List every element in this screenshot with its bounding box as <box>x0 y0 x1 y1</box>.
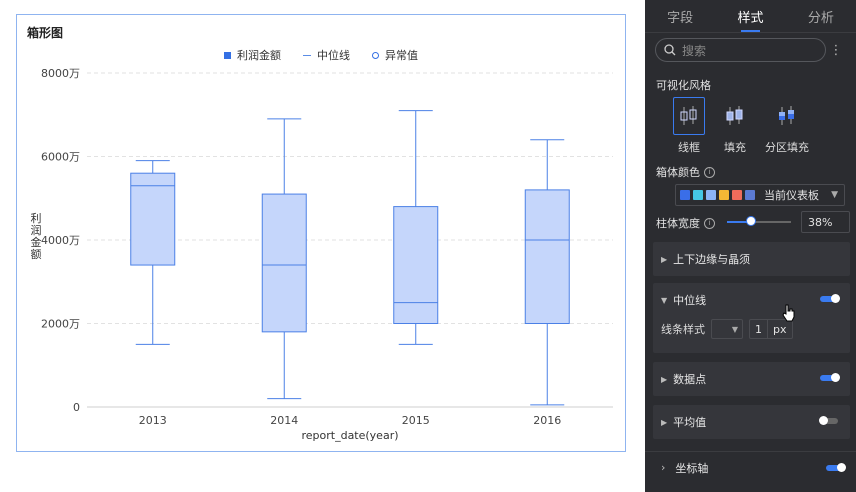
chart-legend: 利润金额 中位线 异常值 <box>17 47 625 63</box>
palette-select[interactable]: 当前仪表板 ▼ <box>675 184 845 206</box>
style-option-fill[interactable]: 填充 <box>715 97 755 155</box>
section-label: 上下边缘与晶须 <box>673 253 751 266</box>
chevron-right-icon: › <box>661 461 666 474</box>
style-options: 线框 填充 分区填充 <box>669 97 813 155</box>
tab-style[interactable]: 样式 <box>715 0 785 32</box>
boxplot-fill-icon <box>719 97 751 135</box>
y-tick-label: 6000万 <box>41 151 80 164</box>
mean-toggle[interactable] <box>819 416 838 425</box>
palette-label: 当前仪表板 <box>764 189 819 202</box>
style-option-label: 填充 <box>724 141 746 154</box>
y-axis-title: 利润金额 <box>31 212 42 261</box>
y-tick-label: 4000万 <box>41 234 80 247</box>
toggle-knob <box>831 373 840 382</box>
median-toggle[interactable] <box>820 294 840 303</box>
legend-item-median[interactable]: 中位线 <box>303 47 350 63</box>
toggle-knob <box>837 463 846 472</box>
legend-square-icon <box>224 51 231 59</box>
style-option-partition-fill[interactable]: 分区填充 <box>761 97 813 155</box>
column-width-row: 柱体宽度 i <box>656 215 715 231</box>
palette-swatch <box>745 190 755 200</box>
section-label: 坐标轴 <box>675 461 709 475</box>
section-label: 平均值 <box>673 416 707 429</box>
section-median: ▼ 中位线 线条样式 ▼ 1 px <box>653 283 850 353</box>
toggle-knob <box>819 416 828 425</box>
section-data-points[interactable]: ▶ 数据点 <box>653 362 850 396</box>
search-input[interactable]: 搜索 <box>655 38 826 62</box>
hand-cursor-icon <box>782 304 795 322</box>
y-tick-label: 0 <box>73 401 80 414</box>
legend-label: 利润金额 <box>237 49 281 62</box>
x-tick-label: 2015 <box>402 414 430 427</box>
line-style-label: 线条样式 <box>661 323 705 336</box>
chevron-down-icon: ▼ <box>731 324 738 334</box>
x-tick-label: 2014 <box>270 414 298 427</box>
chevron-down-icon: ▼ <box>831 190 838 200</box>
box-color-row: 箱体颜色 i <box>656 164 715 180</box>
slider-handle[interactable] <box>746 216 757 226</box>
x-tick-label: 2016 <box>533 414 561 427</box>
x-axis-title: report_date(year) <box>301 429 398 442</box>
chart-title: 箱形图 <box>27 26 64 40</box>
column-width-label: 柱体宽度 <box>656 217 700 230</box>
line-width-value: 1 <box>755 322 762 336</box>
style-panel: 字段 样式 分析 搜索 ⋮ 可视化风格 线框 填充 分区填充 箱体颜色 i 当前… <box>645 0 856 492</box>
axis-toggle[interactable] <box>826 463 846 472</box>
toggle-knob <box>831 294 840 303</box>
panel-tabs: 字段 样式 分析 <box>645 0 856 33</box>
caret-right-icon: ▶ <box>661 374 668 384</box>
section-mean[interactable]: ▶ 平均值 <box>653 405 850 439</box>
data-points-toggle[interactable] <box>820 373 840 382</box>
style-option-label: 线框 <box>678 141 700 154</box>
legend-line-icon <box>303 54 311 56</box>
search-placeholder: 搜索 <box>682 43 707 58</box>
search-row: 搜索 ⋮ <box>655 38 846 62</box>
line-width-unit: px <box>767 320 792 338</box>
more-options-icon[interactable]: ⋮ <box>826 43 846 58</box>
boxplot-partition-icon <box>771 97 803 135</box>
y-tick-label: 8000万 <box>41 67 80 80</box>
info-icon[interactable]: i <box>704 166 715 178</box>
section-axis[interactable]: › 坐标轴 <box>645 451 856 483</box>
box-plot: 0 2000万 4000万 6000万 8000万利润金额 2013 2014 2015 201… <box>31 67 613 442</box>
tab-analysis[interactable]: 分析 <box>786 0 856 32</box>
legend-item-profit[interactable]: 利润金额 <box>224 47 281 63</box>
legend-item-outlier[interactable]: 异常值 <box>372 47 418 63</box>
section-whiskers[interactable]: ▶ 上下边缘与晶须 <box>653 242 850 276</box>
legend-label: 中位线 <box>317 49 350 62</box>
palette-swatch <box>732 190 742 200</box>
palette-swatch <box>719 190 729 200</box>
box-2013 <box>130 172 176 266</box>
chart-card[interactable]: 0 2000万 4000万 6000万 8000万 利润金额 2013 2014 2015 201… <box>16 14 626 452</box>
section-label: 中位线 <box>673 294 707 307</box>
box-color-label: 箱体颜色 <box>656 166 700 179</box>
line-width-input[interactable]: 1 px <box>749 319 793 339</box>
search-icon <box>664 44 676 56</box>
style-option-label: 分区填充 <box>765 141 809 154</box>
boxplot-wireframe-icon <box>673 97 705 135</box>
tab-fields[interactable]: 字段 <box>645 0 715 32</box>
legend-circle-icon <box>372 51 379 59</box>
y-tick-label: 2000万 <box>41 318 80 331</box>
box-2014 <box>261 193 307 333</box>
palette-swatch <box>693 190 703 200</box>
caret-right-icon: ▶ <box>661 254 668 264</box>
caret-right-icon: ▶ <box>661 417 668 427</box>
style-option-wireframe[interactable]: 线框 <box>669 97 709 155</box>
palette-swatch <box>680 190 690 200</box>
line-style-select[interactable]: ▼ <box>711 319 743 339</box>
caret-down-icon: ▼ <box>661 295 668 305</box>
x-tick-label: 2013 <box>139 414 167 427</box>
palette-swatch <box>706 190 716 200</box>
box-2016 <box>524 189 570 324</box>
box-2015 <box>393 206 439 325</box>
column-width-slider[interactable] <box>727 216 791 226</box>
column-width-input[interactable]: 38% <box>801 211 850 233</box>
visual-style-label: 可视化风格 <box>656 79 711 92</box>
section-label: 数据点 <box>673 373 707 386</box>
info-icon[interactable]: i <box>704 217 715 229</box>
legend-label: 异常值 <box>385 49 418 62</box>
line-style-row: 线条样式 ▼ 1 px <box>661 319 793 339</box>
